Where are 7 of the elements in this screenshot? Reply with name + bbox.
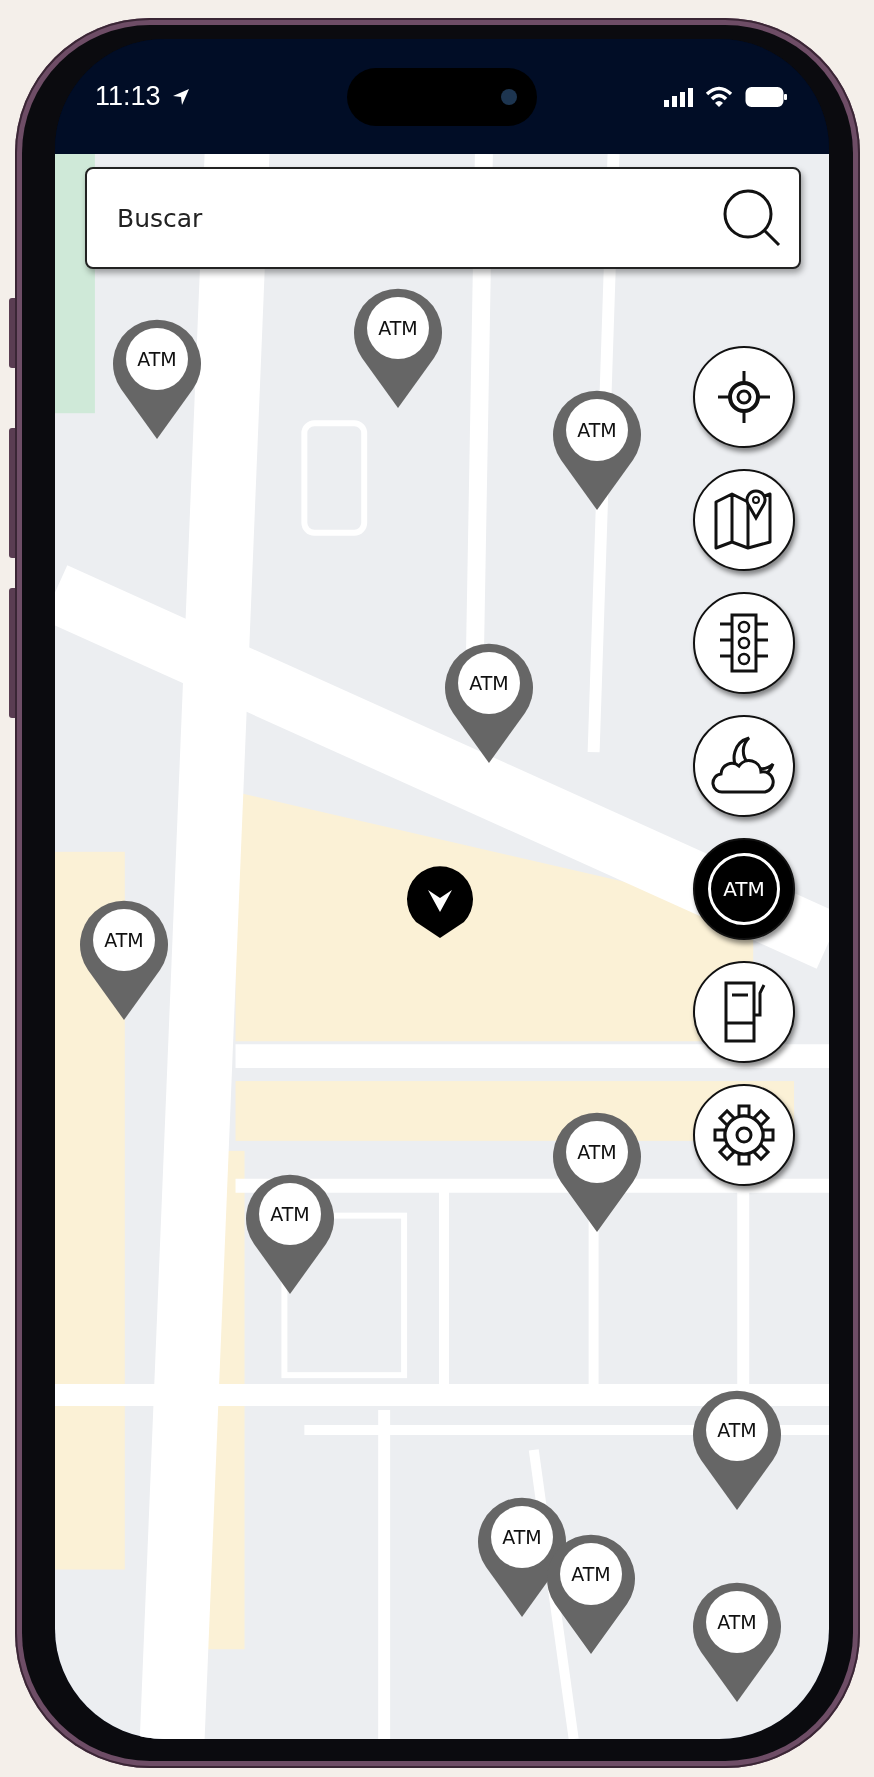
search-field[interactable]: Buscar [85,167,801,269]
search-icon[interactable] [721,187,783,249]
wifi-icon [705,85,733,108]
battery-icon [745,85,789,108]
settings-icon [713,1104,775,1166]
status-time: 11:13 [95,81,161,112]
signal-icon [663,86,693,107]
